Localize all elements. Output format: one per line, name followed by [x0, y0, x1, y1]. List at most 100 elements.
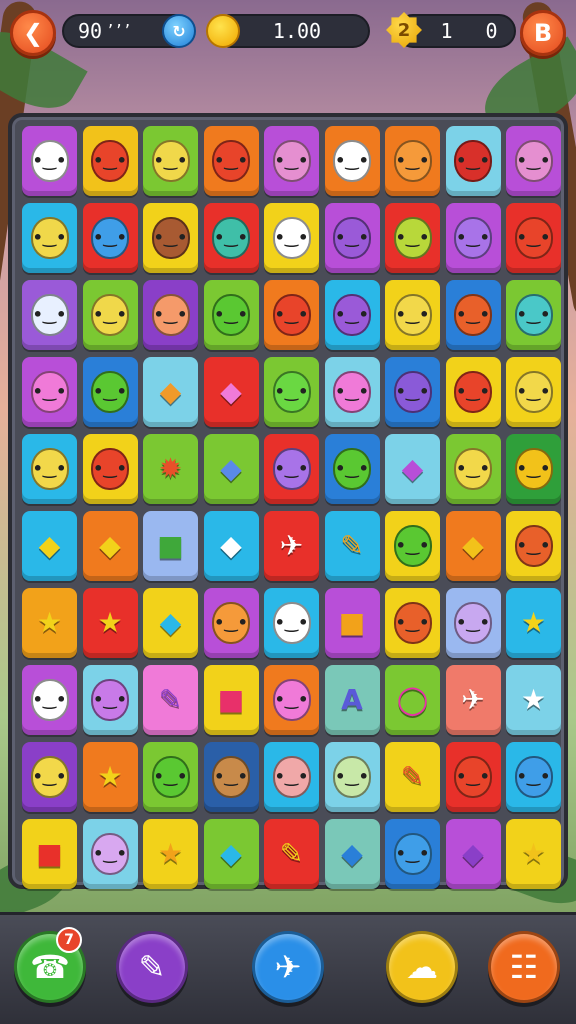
board-tile[interactable]: •‿•: [506, 357, 561, 427]
board-tile[interactable]: •‿•: [264, 357, 319, 427]
board-tile[interactable]: ◯: [385, 665, 440, 735]
board-tile[interactable]: •‿•: [22, 126, 77, 196]
board-tile[interactable]: •‿•: [143, 203, 198, 273]
board-tile[interactable]: ✹: [143, 434, 198, 504]
board-tile[interactable]: ★: [506, 588, 561, 658]
board-tile[interactable]: •‿•: [445, 357, 501, 427]
board-tile[interactable]: ◆: [82, 511, 138, 581]
board-tile[interactable]: •‿•: [82, 819, 138, 889]
board-tile[interactable]: ◆: [385, 434, 440, 504]
board-tile[interactable]: ◆: [324, 819, 380, 889]
board-tile[interactable]: ◆: [203, 511, 259, 581]
board-tile[interactable]: ✈: [445, 665, 501, 735]
board-tile[interactable]: •‿•: [264, 434, 319, 504]
board-tile[interactable]: •‿•: [385, 203, 440, 273]
score-a: 1: [440, 19, 453, 43]
board-tile[interactable]: ★: [506, 819, 561, 889]
board-tile[interactable]: •‿•: [82, 665, 138, 735]
board-tile[interactable]: •‿•: [264, 742, 319, 812]
board-tile[interactable]: •‿•: [82, 357, 138, 427]
board-tile[interactable]: •‿•: [82, 280, 138, 350]
board-tile[interactable]: ★: [143, 819, 198, 889]
board-tile[interactable]: •‿•: [203, 280, 259, 350]
board-tile[interactable]: •‿•: [22, 357, 77, 427]
board-tile[interactable]: ★: [82, 588, 138, 658]
board-tile[interactable]: •‿•: [324, 203, 380, 273]
timer-icon[interactable]: ↻: [162, 14, 196, 48]
board-tile[interactable]: •‿•: [506, 203, 561, 273]
board-tile[interactable]: •‿•: [264, 665, 319, 735]
board-tile[interactable]: ■: [203, 665, 259, 735]
board-tile[interactable]: •‿•: [445, 742, 501, 812]
board-tile[interactable]: •‿•: [506, 434, 561, 504]
board-tile[interactable]: •‿•: [264, 588, 319, 658]
board-tile[interactable]: ✎: [264, 819, 319, 889]
board-tile[interactable]: •‿•: [203, 588, 259, 658]
board-tile[interactable]: ◆: [445, 511, 501, 581]
board-tile[interactable]: •‿•: [385, 511, 440, 581]
board-tile[interactable]: ◆: [22, 511, 77, 581]
board-tile[interactable]: •‿•: [22, 280, 77, 350]
board-tile[interactable]: •‿•: [324, 280, 380, 350]
board-tile[interactable]: ■: [324, 588, 380, 658]
board-tile[interactable]: •‿•: [324, 434, 380, 504]
board-tile[interactable]: •‿•: [324, 742, 380, 812]
board-tile[interactable]: ★: [82, 742, 138, 812]
board-tile[interactable]: •‿•: [22, 665, 77, 735]
grid-button[interactable]: ☷: [488, 931, 560, 1003]
board-tile[interactable]: •‿•: [264, 280, 319, 350]
board-tile[interactable]: •‿•: [385, 357, 440, 427]
board-tile[interactable]: •‿•: [385, 819, 440, 889]
board-tile[interactable]: •‿•: [445, 588, 501, 658]
board-tile[interactable]: •‿•: [445, 126, 501, 196]
menu-button[interactable]: B: [520, 10, 566, 56]
board-tile[interactable]: •‿•: [143, 280, 198, 350]
board-tile[interactable]: ◆: [203, 819, 259, 889]
board-tile[interactable]: •‿•: [385, 126, 440, 196]
board-tile[interactable]: •‿•: [203, 126, 259, 196]
board-tile[interactable]: •‿•: [385, 280, 440, 350]
cloud-button[interactable]: ☁: [386, 931, 458, 1003]
board-tile[interactable]: ✈: [264, 511, 319, 581]
letter-a-icon: A: [341, 683, 363, 716]
board-tile[interactable]: •‿•: [445, 203, 501, 273]
back-button[interactable]: ❮: [10, 10, 56, 56]
board-tile[interactable]: •‿•: [22, 434, 77, 504]
board-tile[interactable]: •‿•: [264, 126, 319, 196]
board-tile[interactable]: •‿•: [203, 742, 259, 812]
board-tile[interactable]: •‿•: [324, 357, 380, 427]
board-tile[interactable]: •‿•: [506, 126, 561, 196]
board-tile[interactable]: ✎: [324, 511, 380, 581]
board-tile[interactable]: ✎: [385, 742, 440, 812]
board-tile[interactable]: •‿•: [143, 742, 198, 812]
board-tile[interactable]: •‿•: [445, 280, 501, 350]
board-tile[interactable]: •‿•: [385, 588, 440, 658]
board-tile[interactable]: •‿•: [22, 742, 77, 812]
board-tile[interactable]: ◆: [143, 588, 198, 658]
board-tile[interactable]: •‿•: [82, 203, 138, 273]
board-tile[interactable]: •‿•: [143, 126, 198, 196]
board-tile[interactable]: •‿•: [82, 126, 138, 196]
board-tile[interactable]: ◆: [143, 357, 198, 427]
board-tile[interactable]: ◆: [445, 819, 501, 889]
board-tile[interactable]: •‿•: [203, 203, 259, 273]
board-tile[interactable]: ◆: [203, 357, 259, 427]
pencil-button[interactable]: ✎: [116, 931, 188, 1003]
board-tile[interactable]: •‿•: [264, 203, 319, 273]
board-tile[interactable]: •‿•: [506, 742, 561, 812]
board-tile[interactable]: •‿•: [82, 434, 138, 504]
board-tile[interactable]: ◆: [203, 434, 259, 504]
board-tile[interactable]: •‿•: [22, 203, 77, 273]
board-tile[interactable]: •‿•: [445, 434, 501, 504]
red-drop-icon: •‿•: [272, 294, 311, 336]
board-tile[interactable]: •‿•: [506, 511, 561, 581]
board-tile[interactable]: A: [324, 665, 380, 735]
board-tile[interactable]: ★: [506, 665, 561, 735]
plane-button[interactable]: ✈: [252, 931, 324, 1003]
board-tile[interactable]: ✎: [143, 665, 198, 735]
board-tile[interactable]: •‿•: [506, 280, 561, 350]
board-tile[interactable]: ★: [22, 588, 77, 658]
board-tile[interactable]: ■: [143, 511, 198, 581]
board-tile[interactable]: •‿•: [324, 126, 380, 196]
board-tile[interactable]: ■: [22, 819, 77, 889]
